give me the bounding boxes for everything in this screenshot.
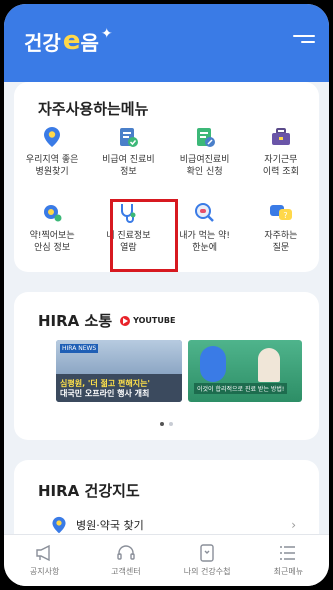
menu-item-noncovered-info[interactable]: 비급여 진료비 정보 — [90, 124, 166, 188]
logo-e: e — [62, 26, 81, 56]
youtube-label: YOUTUBE — [133, 316, 176, 325]
hira-sotong-card: HIRA 소통 YOUTUBE HIRA NEWS 심평원, '더 젊고 편해지… — [14, 292, 319, 440]
carousel-indicator[interactable] — [14, 422, 319, 426]
video-thumbnail[interactable]: 이것이 합리적으로 진료 받는 방법! — [188, 340, 302, 402]
menu-item-label: 내가 먹는 약! 한눈에 — [179, 231, 230, 253]
bottom-navigation: 공지사항 고객센터 나의 건강수첩 최근메뉴 — [4, 534, 329, 586]
menu-item-label: 비급여진료비 확인 신청 — [179, 155, 230, 177]
headset-icon — [117, 545, 135, 560]
logo-text: 건강 — [24, 30, 61, 55]
phone-screen: 건강 e 음 ✦ 자주사용하는메뉴 우리지역 좋은 병원찾기 비급여 진료비 정… — [4, 4, 329, 586]
row-label: 병원·약국 찾기 — [76, 519, 144, 532]
chat-question-icon: ? — [268, 200, 294, 226]
nav-customer-center[interactable]: 고객센터 — [85, 535, 166, 586]
menu-item-good-hospital[interactable]: 우리지역 좋은 병원찾기 — [14, 124, 90, 188]
menu-item-pill-info[interactable]: 약!찍어보는 안심 정보 — [14, 200, 90, 264]
news-badge: HIRA NEWS — [60, 344, 99, 353]
video-caption: 이것이 합리적으로 진료 받는 방법! — [194, 383, 288, 394]
video-caption: 심평원, '더 젊고 편해지는' 대국민 오프라인 행사 개최 — [60, 379, 150, 398]
pill-magnify-icon — [192, 200, 218, 226]
sparkle-icon: ✦ — [100, 26, 113, 42]
list-icon — [280, 546, 296, 560]
pill-search-icon — [39, 200, 65, 226]
location-pin-icon — [39, 124, 65, 150]
app-header: 건강 e 음 ✦ — [4, 4, 329, 82]
hospital-pharmacy-search-row[interactable]: 병원·약국 찾기 › — [50, 516, 296, 534]
youtube-icon — [120, 315, 131, 326]
carousel-dot[interactable] — [160, 422, 164, 426]
document-edit-icon — [192, 124, 218, 150]
logo-suffix: 음 — [80, 30, 99, 55]
frequent-menu-title: 자주사용하는메뉴 — [38, 100, 149, 118]
hira-sotong-header: HIRA 소통 YOUTUBE — [38, 310, 175, 331]
menu-item-label: 자기근무 이력 조회 — [262, 155, 299, 177]
menu-item-label: 비급여 진료비 정보 — [102, 155, 155, 177]
app-logo[interactable]: 건강 e 음 ✦ — [24, 26, 113, 56]
presenter-image — [258, 348, 280, 382]
menu-item-work-history[interactable]: 자기근무 이력 조회 — [243, 124, 319, 188]
youtube-link[interactable]: YOUTUBE — [120, 315, 176, 326]
nav-notice[interactable]: 공지사항 — [4, 535, 85, 586]
health-map-title: HIRA 건강지도 — [38, 482, 140, 500]
chevron-right-icon: › — [291, 518, 296, 532]
nav-health-notebook[interactable]: 나의 건강수첩 — [167, 535, 248, 586]
document-check-icon — [115, 124, 141, 150]
svg-text:?: ? — [283, 211, 287, 220]
menu-item-noncovered-request[interactable]: 비급여진료비 확인 신청 — [167, 124, 243, 188]
menu-item-label: 약!찍어보는 안심 정보 — [29, 231, 75, 253]
highlight-box — [110, 199, 178, 272]
carousel-dot[interactable] — [169, 422, 173, 426]
menu-item-label: 우리지역 좋은 병원찾기 — [25, 155, 79, 177]
hira-sotong-title: HIRA 소통 — [38, 312, 113, 330]
briefcase-icon — [268, 124, 294, 150]
notebook-icon — [200, 544, 214, 562]
location-pin-icon — [52, 516, 66, 534]
megaphone-icon — [35, 544, 50, 562]
menu-item-label: 자주하는 질문 — [264, 231, 298, 253]
video-thumbnail[interactable]: HIRA NEWS 심평원, '더 젊고 편해지는' 대국민 오프라인 행사 개… — [56, 340, 182, 402]
hamburger-menu-icon[interactable] — [293, 28, 315, 50]
nav-recent-menu[interactable]: 최근메뉴 — [248, 535, 329, 586]
menu-item-faq[interactable]: ? 자주하는 질문 — [243, 200, 319, 264]
mascot-image — [200, 346, 226, 382]
